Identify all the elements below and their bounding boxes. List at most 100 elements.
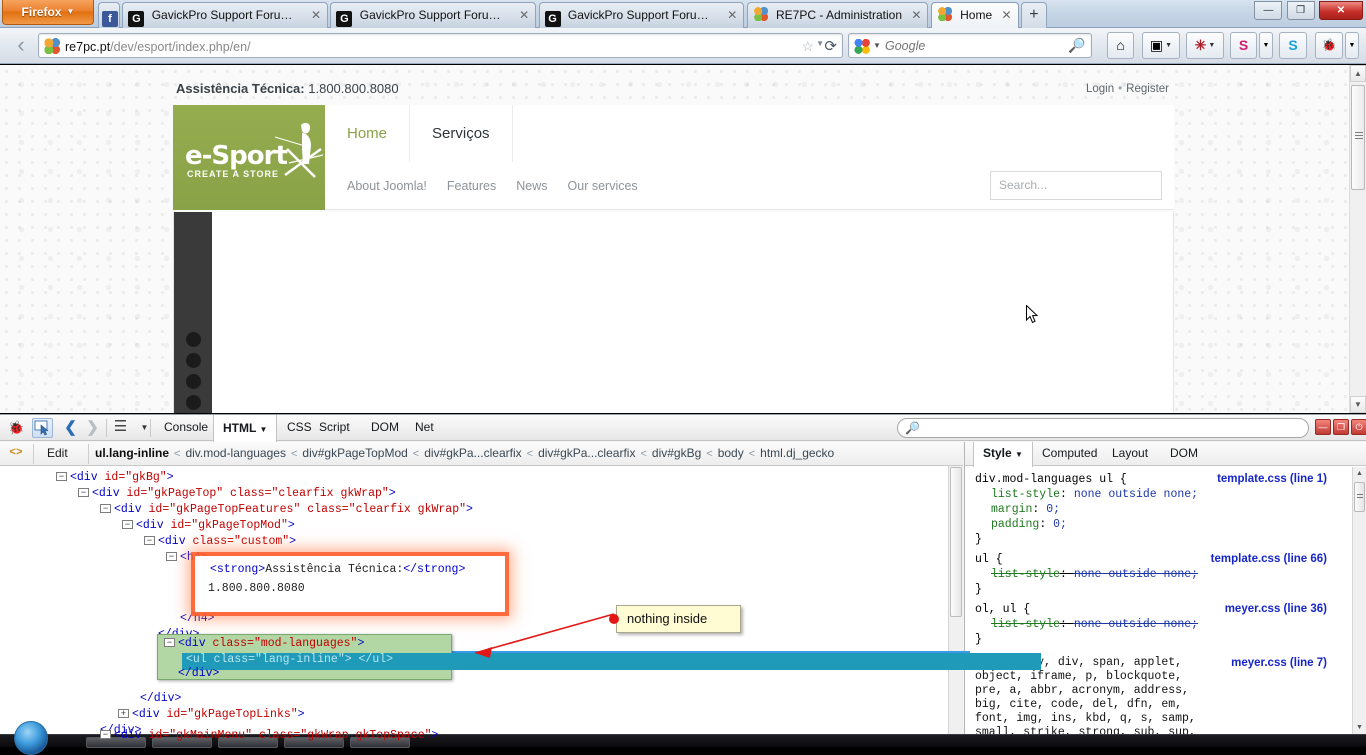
page-scrollbar[interactable]: ▲ ▼ [1349,65,1366,413]
tab-console[interactable]: Console [155,415,217,441]
tree-line[interactable]: −<div id="gkBg"> [56,470,174,486]
chevron-down-icon[interactable]: ▼ [1015,450,1023,459]
tab-dom-style[interactable]: DOM [1161,442,1207,466]
tab-gavick-1[interactable]: G GavickPro Support Forum -Yo... ✕ [122,2,328,28]
skype-button[interactable]: S [1279,32,1307,59]
css-selector[interactable]: ol, ul { [975,603,1030,616]
bullet-dot[interactable] [186,395,201,410]
chevron-down-icon[interactable]: ▼ [873,41,881,50]
firebug-close-button[interactable]: ⏻ [1351,419,1366,435]
tree-line[interactable]: −<div id="gkPageTop" class="clearfix gkW… [78,486,396,502]
breadcrumb-item[interactable]: div#gkPa...clearfix [424,446,521,460]
close-icon[interactable]: ✕ [727,3,737,28]
menu-item-servicos[interactable]: Serviços [410,105,513,162]
tab-html[interactable]: HTML ▼ [213,415,277,442]
css-declaration[interactable]: list-style: none outside none; [991,488,1198,501]
twisty-collapse-icon[interactable]: − [164,638,175,647]
scrollbar-thumb[interactable] [950,467,962,617]
css-selector[interactable]: div.mod-languages ul { [975,473,1127,486]
close-icon[interactable]: ✕ [519,3,529,28]
twisty-collapse-icon[interactable]: − [56,472,67,481]
bookmark-star-icon[interactable]: ☆ [801,38,814,55]
close-icon[interactable]: ✕ [311,3,321,28]
tab-dom[interactable]: DOM [362,415,408,441]
css-selector[interactable]: ul { [975,553,1003,566]
bullet-dot[interactable] [186,353,201,368]
edit-button[interactable]: Edit [40,445,75,461]
s-extension-button[interactable]: S [1230,32,1257,59]
site-search-input[interactable]: Search... [990,171,1162,200]
firebug-detach-button[interactable]: ❐ [1333,419,1349,435]
breadcrumb-item[interactable]: div#gkPa...clearfix [538,446,635,460]
html-pane-scrollbar[interactable] [948,466,963,735]
css-source-link[interactable]: template.css (line 66) [1211,553,1327,565]
inspect-icon[interactable] [32,418,53,438]
tab-gavick-2[interactable]: G GavickPro Support Forum -top... ✕ [330,2,536,28]
close-button[interactable]: ✕ [1319,1,1363,20]
firebug-button[interactable]: 🐞 [1315,32,1343,59]
submenu-item-news[interactable]: News [506,162,557,210]
css-declaration[interactable]: padding: 0; [991,518,1067,531]
css-declaration-overridden[interactable]: list-style: none outside none; [991,568,1198,581]
style-panel-scrollbar[interactable]: ▲ ▼ [1352,467,1366,735]
tab-layout[interactable]: Layout [1103,442,1157,466]
tree-line[interactable]: −<div id="gkPageTopMod"> [122,518,295,534]
tree-line[interactable]: −<div id="gkPageTopFeatures" class="clea… [100,502,473,518]
tab-computed[interactable]: Computed [1033,442,1106,466]
css-declaration[interactable]: margin: 0; [991,503,1060,516]
firebug-icon[interactable]: 🐞 [6,418,27,438]
browser-search-box[interactable]: ▼ Google 🔍 [848,33,1092,58]
breadcrumb-item[interactable]: div.mod-languages [185,446,286,460]
url-bar[interactable]: re7pc.pt/dev/esport/index.php/en/ ☆ ▼ ⟳ [38,33,843,58]
tree-line[interactable]: </div> [140,691,181,707]
css-source-link[interactable]: meyer.css (line 36) [1225,603,1327,615]
scrollbar-thumb[interactable] [1354,482,1365,512]
s-extension-dropdown[interactable]: ▼ [1259,32,1273,59]
login-link[interactable]: Login [1086,83,1114,95]
twisty-collapse-icon[interactable]: − [144,536,155,545]
twisty-collapse-icon[interactable]: − [166,552,177,561]
tab-style[interactable]: Style ▼ [973,442,1033,467]
firebug-search-input[interactable]: 🔍 [897,418,1309,438]
scroll-up-icon[interactable]: ▲ [1350,65,1366,82]
tab-script[interactable]: Script [310,415,359,441]
chevron-down-icon[interactable]: ▼ [816,39,824,48]
tree-line[interactable]: </h4> [180,611,215,627]
breadcrumb-item[interactable]: html.dj_gecko [760,446,834,460]
minimize-button[interactable]: — [1254,1,1282,20]
twisty-collapse-icon[interactable]: − [100,730,111,739]
next-arrow-icon[interactable]: ❯ [82,418,103,438]
submenu-item-features[interactable]: Features [437,162,506,210]
css-declaration-overridden[interactable]: list-style: none outside none; [991,618,1198,631]
prev-arrow-icon[interactable]: ❮ [60,418,81,438]
tree-line[interactable]: +<div id="gkPageTopLinks"> [118,707,305,723]
menu-icon[interactable]: ☰ [110,418,131,438]
breadcrumb-item[interactable]: ul.lang-inline [95,446,169,460]
twisty-collapse-icon[interactable]: − [122,520,133,529]
register-link[interactable]: Register [1126,83,1169,95]
tab-net[interactable]: Net [406,415,443,441]
tab-facebook[interactable]: f [98,2,120,28]
scroll-down-icon[interactable]: ▼ [1350,396,1366,413]
breadcrumb-item[interactable]: div#gkBg [652,446,701,460]
restore-button[interactable]: ❐ [1287,1,1315,20]
css-source-link[interactable]: template.css (line 1) [1217,473,1327,485]
submenu-item-our-services[interactable]: Our services [558,162,648,210]
twisty-collapse-icon[interactable]: − [78,488,89,497]
tree-line-partial[interactable]: −<div id="gkMainMenu" class="gkWrap gkTo… [100,729,438,742]
close-icon[interactable]: ✕ [1001,3,1011,28]
breadcrumb-item[interactable]: body [718,446,744,460]
home-button[interactable]: ⌂ [1107,32,1134,59]
firefox-menu-button[interactable]: Firefox▼ [2,0,94,25]
code-icon[interactable]: <> [7,445,25,462]
submenu-item-about-joomla[interactable]: About Joomla! [325,162,437,210]
tab-gavick-3[interactable]: G GavickPro Support Forum -Use... ✕ [539,2,745,28]
scrollbar-thumb[interactable] [1351,85,1365,190]
twisty-collapse-icon[interactable]: − [100,504,111,513]
reload-icon[interactable]: ⟳ [824,37,837,55]
menu-item-home[interactable]: Home [325,105,410,162]
scroll-down-icon[interactable]: ▼ [1353,721,1366,735]
bullet-dot[interactable] [186,374,201,389]
css-source-link[interactable]: meyer.css (line 7) [1231,657,1327,669]
chevron-down-icon[interactable]: ▼ [134,418,155,438]
